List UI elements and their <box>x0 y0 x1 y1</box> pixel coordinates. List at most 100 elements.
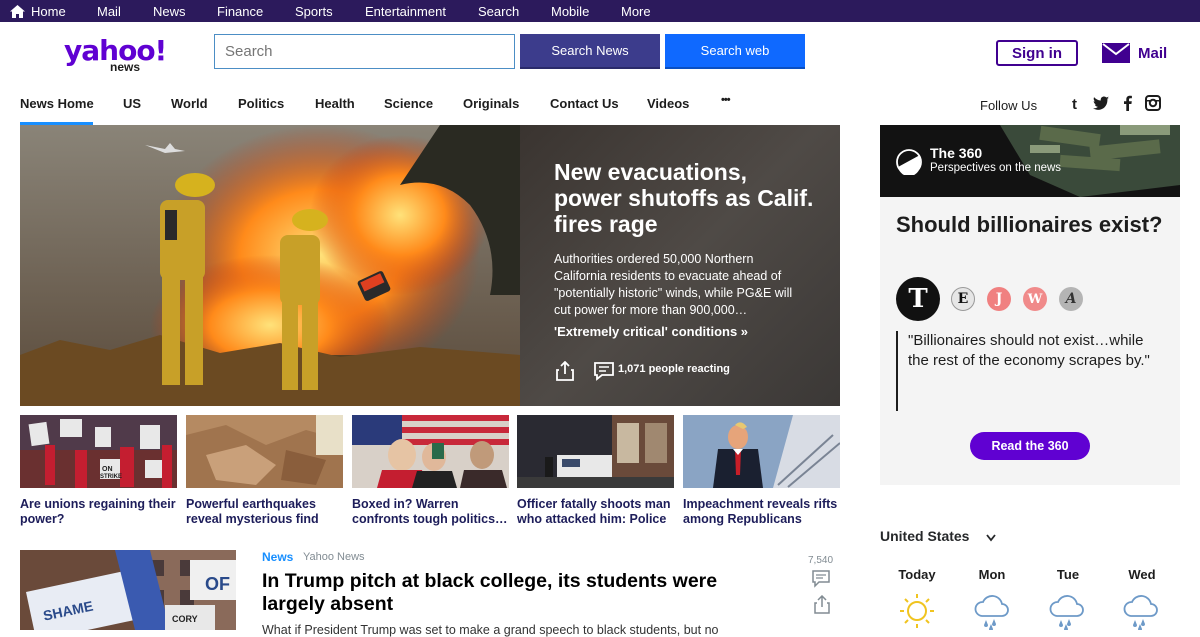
twitter-icon[interactable] <box>1093 95 1109 111</box>
mail-icon <box>1102 43 1130 63</box>
topbar-entertainment[interactable]: Entertainment <box>365 0 446 22</box>
comment-icon[interactable] <box>812 570 830 588</box>
topbar-home[interactable]: Home <box>10 0 66 22</box>
rain-cloud-icon <box>1049 595 1084 630</box>
svg-text:ON: ON <box>102 466 113 473</box>
thumbnail-caption[interactable]: Powerful earthquakes reveal mysterious f… <box>186 497 343 527</box>
thumbnail-story[interactable]: Officer fatally shoots man who attacked … <box>517 415 674 527</box>
thumbnail-image[interactable] <box>186 415 343 488</box>
topbar-news[interactable]: News <box>153 0 186 22</box>
hero-reactions-count[interactable]: 1,071 people reacting <box>618 363 730 375</box>
nav-politics[interactable]: Politics <box>238 96 284 111</box>
story-category[interactable]: News <box>262 550 293 564</box>
weather-day-today: Today <box>898 567 936 582</box>
publisher-a-icon[interactable]: A <box>1059 287 1083 311</box>
thumbnail-image[interactable] <box>352 415 509 488</box>
nav-contact-us[interactable]: Contact Us <box>550 96 619 111</box>
weather-country-selector[interactable]: United States <box>880 528 969 544</box>
thumbnail-image[interactable] <box>517 415 674 488</box>
search-news-button[interactable]: Search News <box>520 34 660 69</box>
nav-originals[interactable]: Originals <box>463 96 519 111</box>
the-360-subtitle: Perspectives on the news <box>930 162 1062 174</box>
sun-icon <box>900 594 934 628</box>
the-360-logo-icon <box>896 149 922 175</box>
chevron-down-icon[interactable] <box>986 534 996 542</box>
the-360-header[interactable]: The 360 Perspectives on the news <box>880 125 1180 197</box>
thumbnail-caption[interactable]: Are unions regaining their power? <box>20 497 177 527</box>
publisher-j-icon[interactable]: J <box>987 287 1011 311</box>
hero-title[interactable]: New evacuations, power shutoffs as Calif… <box>554 159 814 237</box>
thumbnail-image[interactable]: ONSTRIKE <box>20 415 177 488</box>
topbar-sports[interactable]: Sports <box>295 0 333 22</box>
read-the-360-button[interactable]: Read the 360 <box>970 432 1090 460</box>
topbar-mobile[interactable]: Mobile <box>551 0 589 22</box>
story-image[interactable]: SHAME OF CORY <box>20 550 236 630</box>
topbar-mail[interactable]: Mail <box>97 0 121 22</box>
nav-world[interactable]: World <box>171 96 208 111</box>
thumbnail-caption[interactable]: Impeachment reveals rifts among Republic… <box>683 497 840 527</box>
thumbnail-image[interactable] <box>683 415 841 488</box>
search-web-button[interactable]: Search web <box>665 34 805 69</box>
nytimes-publisher-icon[interactable]: T <box>896 277 940 321</box>
story-comment-count: 7,540 <box>808 555 834 566</box>
nav-health[interactable]: Health <box>315 96 355 111</box>
facebook-icon[interactable] <box>1120 95 1136 111</box>
rain-cloud-icon <box>1123 595 1158 630</box>
the-360-module: The 360 Perspectives on the news Should … <box>880 125 1180 485</box>
nav-us[interactable]: US <box>123 96 141 111</box>
nav-news-home[interactable]: News Home <box>20 96 94 111</box>
yahoo-news-logo[interactable]: yahoo! news <box>64 34 167 74</box>
follow-us-label: Follow Us <box>980 98 1038 113</box>
hero-description: Authorities ordered 50,000 Northern Cali… <box>554 252 793 317</box>
hero-wildfire-image[interactable] <box>20 125 520 406</box>
comment-icon[interactable] <box>594 361 614 381</box>
svg-text:OF: OF <box>205 574 230 594</box>
topbar-more[interactable]: More <box>621 0 651 22</box>
tumblr-icon[interactable]: t <box>1069 95 1085 111</box>
the-360-question[interactable]: Should billionaires exist? <box>896 213 1166 237</box>
the-360-quote: "Billionaires should not exist…while the… <box>896 331 1166 411</box>
mail-label: Mail <box>1138 44 1168 62</box>
story-item[interactable]: SHAME OF CORY News Yahoo News In Trump p… <box>20 550 840 637</box>
search-input[interactable] <box>214 34 515 69</box>
thumbnail-caption[interactable]: Officer fatally shoots man who attacked … <box>517 497 674 527</box>
thumbnail-caption[interactable]: Boxed in? Warren confronts tough politic… <box>352 497 509 527</box>
thumbnail-story[interactable]: ON STRIKE Are unions regaining their powe… <box>20 415 177 527</box>
logo-sub: news <box>110 60 141 74</box>
the-360-brand: The 360 <box>930 145 983 161</box>
section-nav: News Home US World Politics Health Scien… <box>0 82 1200 126</box>
weather-day-wed: Wed <box>1128 567 1156 582</box>
header: yahoo! news Search News Search web Sign … <box>0 22 1200 82</box>
share-icon[interactable] <box>814 595 830 614</box>
svg-text:t: t <box>1072 96 1077 111</box>
hero-related-link[interactable]: 'Extremely critical' conditions » <box>554 324 748 339</box>
thumbnail-story[interactable]: Impeachment reveals rifts among Republic… <box>683 415 841 527</box>
svg-text:CORY: CORY <box>172 614 198 624</box>
topbar-search[interactable]: Search <box>478 0 519 22</box>
publisher-w-icon[interactable]: W <box>1023 287 1047 311</box>
weather-day-mon: Mon <box>978 567 1006 582</box>
thumbnail-story[interactable]: Boxed in? Warren confronts tough politic… <box>352 415 509 527</box>
rain-cloud-icon <box>974 595 1009 630</box>
nav-more-menu[interactable]: ••• <box>721 94 731 106</box>
story-source: Yahoo News <box>303 551 365 563</box>
home-icon <box>10 4 25 18</box>
story-title[interactable]: In Trump pitch at black college, its stu… <box>262 570 782 616</box>
thumbnail-story[interactable]: Powerful earthquakes reveal mysterious f… <box>186 415 343 527</box>
money-background-image <box>880 125 1180 197</box>
mail-link[interactable]: Mail <box>1102 40 1167 66</box>
instagram-icon[interactable] <box>1145 95 1161 111</box>
topbar-finance[interactable]: Finance <box>217 0 263 22</box>
weather-day-tue: Tue <box>1056 567 1080 582</box>
nav-videos[interactable]: Videos <box>647 96 689 111</box>
sign-in-button[interactable]: Sign in <box>996 40 1078 66</box>
topbar-home-label: Home <box>31 3 66 19</box>
publisher-e-icon[interactable]: E <box>951 287 975 311</box>
svg-text:STRIKE: STRIKE <box>100 474 122 480</box>
hero-story[interactable]: New evacuations, power shutoffs as Calif… <box>20 125 840 406</box>
top-bar: Home Mail News Finance Sports Entertainm… <box>0 0 1200 22</box>
story-description: What if President Trump was set to make … <box>262 623 719 637</box>
share-icon[interactable] <box>556 361 574 381</box>
hero-text-panel: New evacuations, power shutoffs as Calif… <box>520 125 840 406</box>
nav-science[interactable]: Science <box>384 96 433 111</box>
